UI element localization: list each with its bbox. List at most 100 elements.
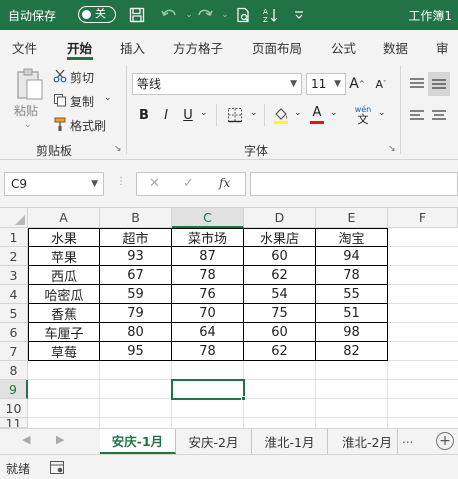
cell-c5[interactable]: 70 (172, 304, 244, 323)
copy-dropdown-icon[interactable]: ⌄ (104, 93, 112, 103)
cell-a2[interactable]: 苹果 (28, 247, 100, 266)
cell-d2[interactable]: 60 (244, 247, 316, 266)
customize-toolbar-icon[interactable] (290, 6, 308, 24)
sheet-tab-anqing-1[interactable]: 安庆-1月 (100, 429, 176, 454)
cell-d1[interactable]: 水果店 (244, 228, 316, 247)
cell-b5[interactable]: 79 (100, 304, 172, 323)
cell-e2[interactable]: 94 (316, 247, 388, 266)
cut-button[interactable]: 剪切 (70, 69, 94, 86)
row-header-1[interactable]: 1 (0, 228, 28, 247)
cell-e7[interactable]: 82 (316, 342, 388, 361)
underline-dropdown-icon[interactable]: ⌄ (200, 108, 208, 118)
redo-icon[interactable] (196, 6, 214, 24)
cell-b3[interactable]: 67 (100, 266, 172, 285)
tab-insert[interactable]: 插入 (120, 38, 145, 57)
sheet-tab-anqing-2[interactable]: 安庆-2月 (176, 429, 252, 454)
macro-record-icon[interactable] (50, 461, 64, 477)
row-header-4[interactable]: 4 (0, 285, 28, 304)
bold-button[interactable]: B (136, 105, 152, 125)
cell-c1[interactable]: 菜市场 (172, 228, 244, 247)
column-header-d[interactable]: D (244, 208, 316, 228)
tab-file[interactable]: 文件 (12, 38, 37, 57)
cell-b6[interactable]: 80 (100, 323, 172, 342)
font-name-combo[interactable]: 等线 ▼ (132, 73, 302, 95)
cell-e5[interactable]: 51 (316, 304, 388, 323)
tab-fangfang[interactable]: 方方格子 (173, 38, 223, 57)
select-all-corner[interactable] (0, 208, 28, 228)
active-cell-c9[interactable] (171, 379, 245, 400)
column-header-b[interactable]: B (100, 208, 172, 228)
shrink-font-button[interactable]: Aˇ (372, 73, 390, 95)
align-left-icon[interactable] (408, 106, 426, 126)
paste-dropdown-icon[interactable]: ⌄ (24, 120, 32, 130)
save-icon[interactable] (128, 6, 146, 24)
format-painter-button[interactable]: 格式刷 (70, 117, 106, 134)
grow-font-button[interactable]: A ^ (348, 73, 366, 95)
paste-button[interactable]: 粘贴 (14, 102, 38, 119)
insert-function-button[interactable]: fx (219, 176, 230, 190)
fill-color-icon[interactable] (272, 105, 290, 125)
row-header-11[interactable]: 11 (0, 418, 28, 428)
column-header-e[interactable]: E (316, 208, 388, 228)
cell-a1[interactable]: 水果 (28, 228, 100, 247)
cell-d3[interactable]: 62 (244, 266, 316, 285)
align-center-icon[interactable] (430, 106, 448, 126)
sheet-tab-huaibei-2[interactable]: 淮北-2月 (328, 429, 398, 454)
scroll-left-icon[interactable]: ◀ (22, 433, 30, 446)
cell-b7[interactable]: 95 (100, 342, 172, 361)
column-header-f[interactable]: F (388, 208, 458, 228)
cell-a7[interactable]: 草莓 (28, 342, 100, 361)
row-header-10[interactable]: 10 (0, 399, 28, 418)
font-color-button[interactable]: A (308, 105, 326, 125)
cell-e1[interactable]: 淘宝 (316, 228, 388, 247)
tab-formulas[interactable]: 公式 (331, 38, 356, 57)
row-header-3[interactable]: 3 (0, 266, 28, 285)
add-sheet-icon[interactable]: + (436, 432, 454, 450)
paste-icon[interactable] (12, 66, 48, 102)
sort-icon[interactable]: AZ (262, 6, 280, 24)
underline-button[interactable]: U (180, 105, 196, 125)
phonetic-button[interactable]: wén 文 (352, 104, 374, 126)
scroll-right-icon[interactable]: ▶ (56, 433, 64, 446)
tab-data[interactable]: 数据 (383, 38, 408, 57)
font-launcher-icon[interactable]: ↘ (388, 144, 396, 154)
row-header-6[interactable]: 6 (0, 323, 28, 342)
font-color-dropdown-icon[interactable]: ⌄ (330, 108, 338, 118)
phonetic-dropdown-icon[interactable]: ⌄ (378, 108, 386, 118)
clipboard-launcher-icon[interactable]: ↘ (114, 144, 122, 154)
cell-e4[interactable]: 55 (316, 285, 388, 304)
cell-a3[interactable]: 西瓜 (28, 266, 100, 285)
autosave-toggle[interactable]: 关 (78, 6, 116, 23)
column-header-a[interactable]: A (28, 208, 100, 228)
redo-dropdown-icon[interactable]: ⌄ (216, 6, 234, 24)
fill-color-dropdown-icon[interactable]: ⌄ (294, 108, 302, 118)
cell-e6[interactable]: 98 (316, 323, 388, 342)
cell-c2[interactable]: 87 (172, 247, 244, 266)
name-box[interactable]: C9 ▼ (4, 172, 104, 196)
cell-d5[interactable]: 75 (244, 304, 316, 323)
italic-button[interactable]: I (158, 105, 174, 125)
cell-c4[interactable]: 76 (172, 285, 244, 304)
row-header-5[interactable]: 5 (0, 304, 28, 323)
tab-page-layout[interactable]: 页面布局 (252, 38, 302, 57)
fill-handle[interactable] (241, 396, 246, 401)
cell-c7[interactable]: 78 (172, 342, 244, 361)
font-size-combo[interactable]: 11 ▼ (306, 73, 346, 95)
cell-b2[interactable]: 93 (100, 247, 172, 266)
cancel-icon[interactable]: ✕ (149, 176, 160, 191)
borders-dropdown-icon[interactable]: ⌄ (250, 108, 258, 118)
cell-e3[interactable]: 78 (316, 266, 388, 285)
row-header-2[interactable]: 2 (0, 247, 28, 266)
cell-c6[interactable]: 64 (172, 323, 244, 342)
sheet-tab-huaibei-1[interactable]: 淮北-1月 (252, 429, 328, 454)
align-middle-icon[interactable] (428, 72, 450, 96)
cell-a6[interactable]: 车厘子 (28, 323, 100, 342)
cell-b4[interactable]: 59 (100, 285, 172, 304)
cell-a5[interactable]: 香蕉 (28, 304, 100, 323)
cell-d6[interactable]: 60 (244, 323, 316, 342)
font-name-dropdown-icon[interactable]: ▼ (290, 74, 297, 94)
align-top-icon[interactable] (408, 74, 426, 94)
enter-icon[interactable]: ✓ (183, 176, 194, 191)
tab-home[interactable]: 开始 (67, 38, 92, 57)
formula-input[interactable] (250, 172, 458, 196)
